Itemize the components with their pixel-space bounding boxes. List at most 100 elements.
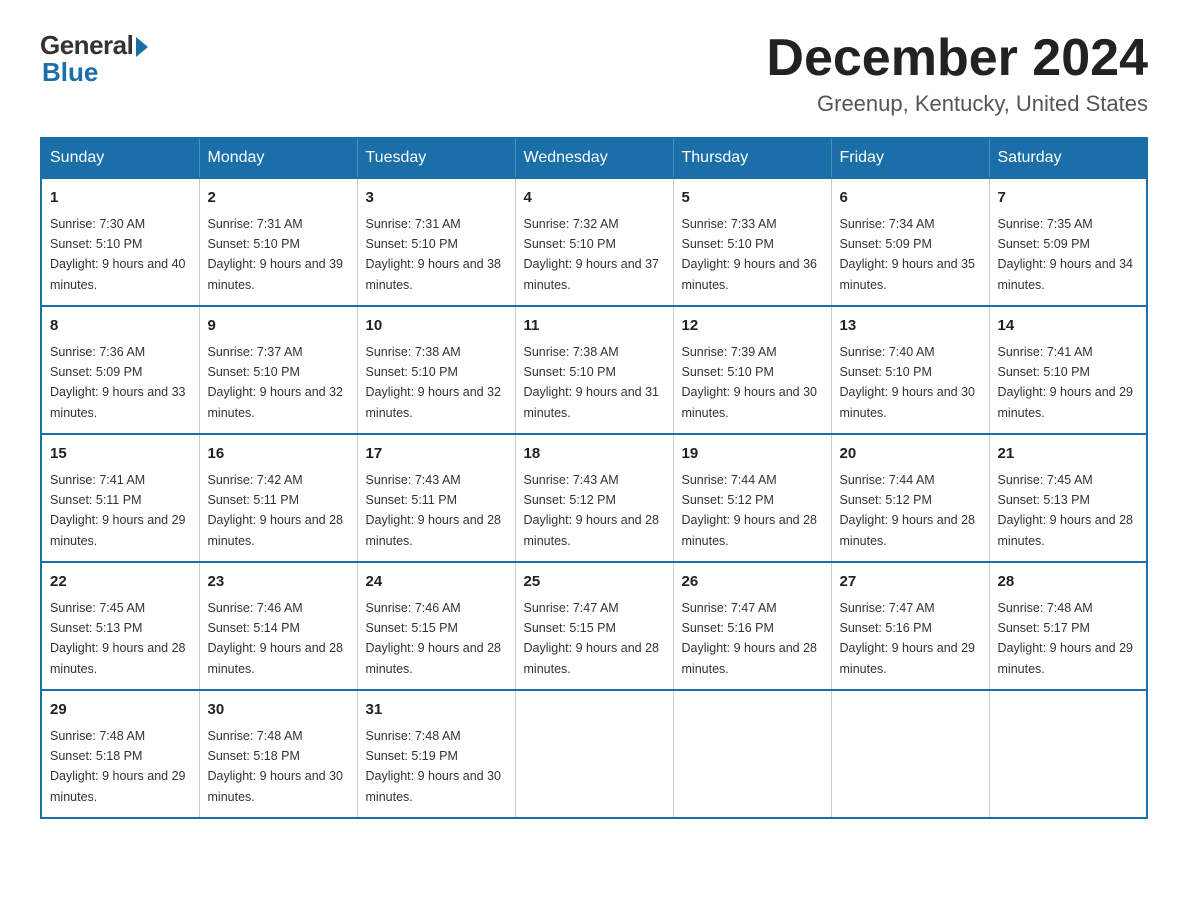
day-info: Sunrise: 7:45 AMSunset: 5:13 PMDaylight:… bbox=[50, 601, 186, 676]
page-header: General Blue December 2024 Greenup, Kent… bbox=[40, 30, 1148, 117]
calendar-day-cell bbox=[831, 690, 989, 818]
day-info: Sunrise: 7:47 AMSunset: 5:16 PMDaylight:… bbox=[840, 601, 976, 676]
day-number: 8 bbox=[50, 315, 191, 338]
day-info: Sunrise: 7:47 AMSunset: 5:16 PMDaylight:… bbox=[682, 601, 818, 676]
day-number: 25 bbox=[524, 571, 665, 594]
calendar-day-cell: 18 Sunrise: 7:43 AMSunset: 5:12 PMDayligh… bbox=[515, 434, 673, 562]
day-number: 17 bbox=[366, 443, 507, 466]
day-info: Sunrise: 7:41 AMSunset: 5:11 PMDaylight:… bbox=[50, 473, 186, 548]
day-number: 21 bbox=[998, 443, 1139, 466]
calendar-day-cell: 20Sunrise: 7:44 AMSunset: 5:12 PMDayligh… bbox=[831, 434, 989, 562]
calendar-day-cell: 3Sunrise: 7:31 AMSunset: 5:10 PMDaylight… bbox=[357, 178, 515, 306]
day-number: 12 bbox=[682, 315, 823, 338]
day-info: Sunrise: 7:46 AMSunset: 5:14 PMDaylight:… bbox=[208, 601, 344, 676]
day-number: 15 bbox=[50, 443, 191, 466]
day-info: Sunrise: 7:32 AMSunset: 5:10 PMDaylight:… bbox=[524, 217, 660, 292]
day-info: Sunrise: 7:43 AMSunset: 5:12 PMDaylight:… bbox=[524, 473, 660, 548]
day-number: 29 bbox=[50, 699, 191, 722]
calendar-week-row: 8Sunrise: 7:36 AMSunset: 5:09 PMDaylight… bbox=[41, 306, 1147, 434]
calendar-day-cell: 8Sunrise: 7:36 AMSunset: 5:09 PMDaylight… bbox=[41, 306, 199, 434]
day-number: 26 bbox=[682, 571, 823, 594]
day-info: Sunrise: 7:47 AMSunset: 5:15 PMDaylight:… bbox=[524, 601, 660, 676]
day-of-week-header: Friday bbox=[831, 138, 989, 178]
day-info: Sunrise: 7:42 AMSunset: 5:11 PMDaylight:… bbox=[208, 473, 344, 548]
day-of-week-header: Tuesday bbox=[357, 138, 515, 178]
day-info: Sunrise: 7:45 AMSunset: 5:13 PMDaylight:… bbox=[998, 473, 1134, 548]
calendar-day-cell: 14 Sunrise: 7:41 AMSunset: 5:10 PMDayligh… bbox=[989, 306, 1147, 434]
day-info: Sunrise: 7:44 AMSunset: 5:12 PMDaylight:… bbox=[840, 473, 976, 548]
calendar-day-cell: 15 Sunrise: 7:41 AMSunset: 5:11 PMDayligh… bbox=[41, 434, 199, 562]
day-number: 2 bbox=[208, 187, 349, 210]
calendar-day-cell: 6 Sunrise: 7:34 AMSunset: 5:09 PMDaylight… bbox=[831, 178, 989, 306]
calendar-day-cell: 25 Sunrise: 7:47 AMSunset: 5:15 PMDayligh… bbox=[515, 562, 673, 690]
calendar-day-cell: 19 Sunrise: 7:44 AMSunset: 5:12 PMDayligh… bbox=[673, 434, 831, 562]
calendar-day-cell: 31Sunrise: 7:48 AMSunset: 5:19 PMDayligh… bbox=[357, 690, 515, 818]
logo-arrow-icon bbox=[136, 37, 148, 57]
day-number: 16 bbox=[208, 443, 349, 466]
day-number: 31 bbox=[366, 699, 507, 722]
calendar-day-cell: 12 Sunrise: 7:39 AMSunset: 5:10 PMDayligh… bbox=[673, 306, 831, 434]
day-number: 7 bbox=[998, 187, 1139, 210]
calendar-day-cell: 23Sunrise: 7:46 AMSunset: 5:14 PMDayligh… bbox=[199, 562, 357, 690]
calendar-day-cell: 1 Sunrise: 7:30 AMSunset: 5:10 PMDaylight… bbox=[41, 178, 199, 306]
day-number: 28 bbox=[998, 571, 1139, 594]
day-info: Sunrise: 7:43 AMSunset: 5:11 PMDaylight:… bbox=[366, 473, 502, 548]
calendar-day-cell: 29Sunrise: 7:48 AMSunset: 5:18 PMDayligh… bbox=[41, 690, 199, 818]
day-number: 27 bbox=[840, 571, 981, 594]
calendar-day-cell: 5 Sunrise: 7:33 AMSunset: 5:10 PMDaylight… bbox=[673, 178, 831, 306]
calendar-day-cell: 28 Sunrise: 7:48 AMSunset: 5:17 PMDayligh… bbox=[989, 562, 1147, 690]
calendar-day-cell: 26 Sunrise: 7:47 AMSunset: 5:16 PMDayligh… bbox=[673, 562, 831, 690]
day-number: 5 bbox=[682, 187, 823, 210]
month-title: December 2024 bbox=[766, 30, 1148, 87]
day-info: Sunrise: 7:35 AMSunset: 5:09 PMDaylight:… bbox=[998, 217, 1134, 292]
day-number: 3 bbox=[366, 187, 507, 210]
logo: General Blue bbox=[40, 30, 148, 88]
calendar-day-cell bbox=[673, 690, 831, 818]
day-number: 19 bbox=[682, 443, 823, 466]
calendar-day-cell: 16 Sunrise: 7:42 AMSunset: 5:11 PMDayligh… bbox=[199, 434, 357, 562]
logo-blue-text: Blue bbox=[40, 57, 98, 88]
day-number: 1 bbox=[50, 187, 191, 210]
calendar-day-cell: 11 Sunrise: 7:38 AMSunset: 5:10 PMDayligh… bbox=[515, 306, 673, 434]
day-number: 4 bbox=[524, 187, 665, 210]
day-number: 30 bbox=[208, 699, 349, 722]
calendar-day-cell: 21 Sunrise: 7:45 AMSunset: 5:13 PMDayligh… bbox=[989, 434, 1147, 562]
day-info: Sunrise: 7:41 AMSunset: 5:10 PMDaylight:… bbox=[998, 345, 1134, 420]
calendar-day-cell: 2 Sunrise: 7:31 AMSunset: 5:10 PMDaylight… bbox=[199, 178, 357, 306]
calendar-day-cell: 10Sunrise: 7:38 AMSunset: 5:10 PMDayligh… bbox=[357, 306, 515, 434]
day-number: 11 bbox=[524, 315, 665, 338]
day-info: Sunrise: 7:33 AMSunset: 5:10 PMDaylight:… bbox=[682, 217, 818, 292]
day-of-week-header: Saturday bbox=[989, 138, 1147, 178]
day-info: Sunrise: 7:40 AMSunset: 5:10 PMDaylight:… bbox=[840, 345, 976, 420]
calendar-week-row: 1 Sunrise: 7:30 AMSunset: 5:10 PMDaylight… bbox=[41, 178, 1147, 306]
day-info: Sunrise: 7:39 AMSunset: 5:10 PMDaylight:… bbox=[682, 345, 818, 420]
day-info: Sunrise: 7:38 AMSunset: 5:10 PMDaylight:… bbox=[524, 345, 660, 420]
day-number: 6 bbox=[840, 187, 981, 210]
calendar-week-row: 29Sunrise: 7:48 AMSunset: 5:18 PMDayligh… bbox=[41, 690, 1147, 818]
calendar-day-cell: 7 Sunrise: 7:35 AMSunset: 5:09 PMDaylight… bbox=[989, 178, 1147, 306]
day-info: Sunrise: 7:30 AMSunset: 5:10 PMDaylight:… bbox=[50, 217, 186, 292]
day-of-week-header: Thursday bbox=[673, 138, 831, 178]
day-info: Sunrise: 7:31 AMSunset: 5:10 PMDaylight:… bbox=[208, 217, 344, 292]
calendar-header: SundayMondayTuesdayWednesdayThursdayFrid… bbox=[41, 138, 1147, 178]
calendar-week-row: 22Sunrise: 7:45 AMSunset: 5:13 PMDayligh… bbox=[41, 562, 1147, 690]
calendar-day-cell: 22Sunrise: 7:45 AMSunset: 5:13 PMDayligh… bbox=[41, 562, 199, 690]
day-info: Sunrise: 7:38 AMSunset: 5:10 PMDaylight:… bbox=[366, 345, 502, 420]
calendar-day-cell bbox=[989, 690, 1147, 818]
day-number: 18 bbox=[524, 443, 665, 466]
day-of-week-header: Wednesday bbox=[515, 138, 673, 178]
calendar-table: SundayMondayTuesdayWednesdayThursdayFrid… bbox=[40, 137, 1148, 819]
title-section: December 2024 Greenup, Kentucky, United … bbox=[766, 30, 1148, 117]
calendar-week-row: 15 Sunrise: 7:41 AMSunset: 5:11 PMDayligh… bbox=[41, 434, 1147, 562]
day-info: Sunrise: 7:48 AMSunset: 5:17 PMDaylight:… bbox=[998, 601, 1134, 676]
calendar-day-cell: 4 Sunrise: 7:32 AMSunset: 5:10 PMDaylight… bbox=[515, 178, 673, 306]
calendar-day-cell: 27 Sunrise: 7:47 AMSunset: 5:16 PMDayligh… bbox=[831, 562, 989, 690]
day-info: Sunrise: 7:34 AMSunset: 5:09 PMDaylight:… bbox=[840, 217, 976, 292]
day-number: 14 bbox=[998, 315, 1139, 338]
day-of-week-header: Sunday bbox=[41, 138, 199, 178]
calendar-day-cell: 9Sunrise: 7:37 AMSunset: 5:10 PMDaylight… bbox=[199, 306, 357, 434]
day-info: Sunrise: 7:37 AMSunset: 5:10 PMDaylight:… bbox=[208, 345, 344, 420]
day-number: 24 bbox=[366, 571, 507, 594]
calendar-day-cell: 24Sunrise: 7:46 AMSunset: 5:15 PMDayligh… bbox=[357, 562, 515, 690]
day-info: Sunrise: 7:44 AMSunset: 5:12 PMDaylight:… bbox=[682, 473, 818, 548]
